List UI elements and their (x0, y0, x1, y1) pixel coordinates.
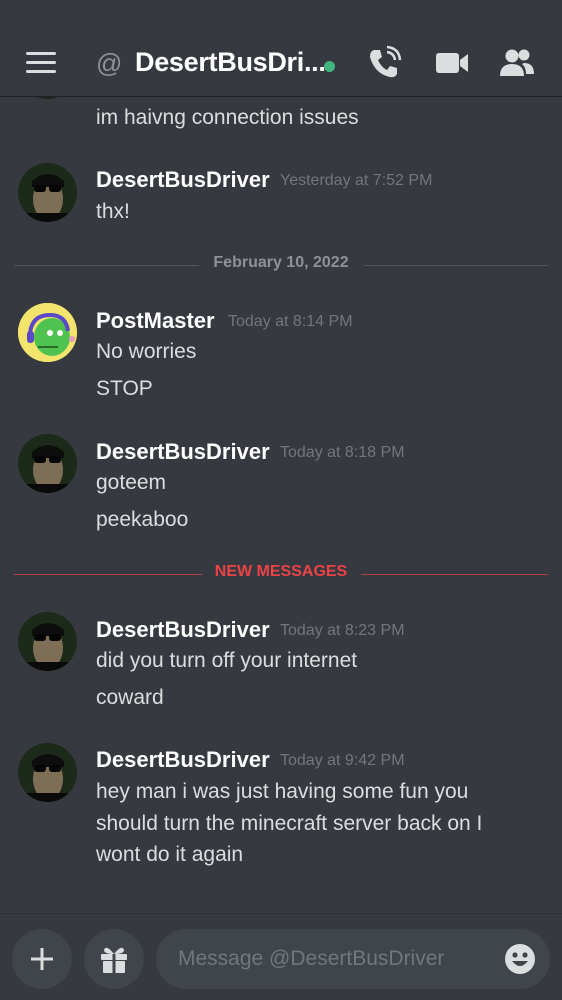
message-author[interactable]: DesertBusDriver (96, 439, 270, 465)
message-composer (0, 913, 562, 1000)
add-attachment-button[interactable] (12, 929, 72, 989)
message-text: im haivng connection issues (96, 106, 359, 129)
message-timestamp: Today at 8:23 PM (280, 622, 405, 639)
avatar-desertbusdriver[interactable] (18, 434, 77, 493)
message-timestamp: Yesterday at 7:52 PM (280, 172, 433, 189)
date-divider-label: February 10, 2022 (213, 254, 349, 271)
message-author[interactable]: PostMaster (96, 308, 215, 334)
message-timestamp: Today at 8:14 PM (228, 313, 353, 330)
message-timestamp: Today at 9:42 PM (280, 752, 405, 769)
avatar-desertbusdriver[interactable] (18, 743, 77, 802)
page-title[interactable]: DesertBusDri... (135, 47, 326, 78)
message-text: wont do it again (96, 843, 244, 866)
plus-icon (31, 948, 53, 970)
hamburger-icon[interactable] (26, 52, 58, 76)
new-messages-divider: NEW MESSAGES (14, 563, 548, 585)
message-text: did you turn off your internet (96, 649, 358, 672)
message-text: coward (96, 686, 164, 709)
emoji-icon[interactable] (504, 943, 536, 975)
date-divider: February 10, 2022 (14, 254, 548, 276)
message-text: goteem (96, 471, 167, 494)
message-text: thx! (96, 200, 130, 223)
call-icon[interactable] (365, 44, 403, 82)
message-input-container[interactable] (156, 929, 550, 989)
avatar-postmaster[interactable] (18, 303, 77, 362)
gift-button[interactable] (84, 929, 144, 989)
gift-icon (101, 947, 127, 973)
video-icon[interactable] (433, 44, 471, 82)
message-text: STOP (96, 377, 153, 400)
message-text: should turn the minecraft server back on… (96, 812, 483, 835)
message-author[interactable]: DesertBusDriver (96, 617, 270, 643)
message-input[interactable] (178, 929, 488, 989)
avatar-desertbusdriver[interactable] (18, 612, 77, 671)
message-text: peekaboo (96, 508, 189, 531)
new-messages-label: NEW MESSAGES (214, 563, 348, 580)
avatar-desertbusdriver[interactable] (18, 163, 77, 222)
members-icon[interactable] (498, 44, 536, 82)
online-status-dot (324, 61, 335, 72)
message-text: No worries (96, 340, 197, 363)
message-timestamp: Today at 8:18 PM (280, 444, 405, 461)
channel-header: @ DesertBusDri... (0, 0, 562, 97)
message-author[interactable]: DesertBusDriver (96, 167, 270, 193)
at-icon: @ (96, 48, 123, 78)
message-author[interactable]: DesertBusDriver (96, 747, 270, 773)
message-text: hey man i was just having some fun you (96, 780, 469, 803)
